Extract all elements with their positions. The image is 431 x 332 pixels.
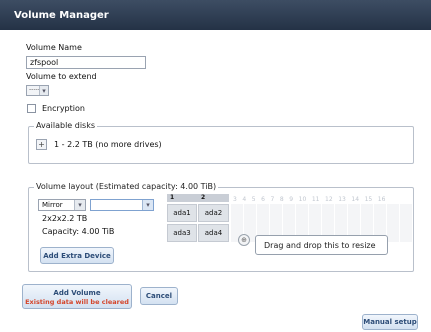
grid-faded-column: 10 [298,196,307,202]
chevron-down-icon: ▾ [142,200,153,210]
manual-setup-button[interactable]: Manual setup [362,314,418,330]
device-cell[interactable]: ada1 [167,204,197,222]
grid-faded-column: 12 [325,196,333,202]
grid-column-header: 1 [170,194,175,201]
available-disk-entry: 1 - 2.2 TB (no more drives) [54,140,162,149]
expand-disks-button[interactable]: + [36,139,47,150]
add-volume-button[interactable]: Add Volume Existing data will be cleared [22,284,132,309]
grid-faded-column: 6 [261,196,265,202]
layout-size-select[interactable]: ▾ [90,199,154,211]
grid-faded-column: 15 [364,196,373,202]
chevron-down-icon: ▾ [74,200,85,210]
grid-faded-column: 8 [279,196,284,202]
grid-header-active: 1 2 [167,194,229,202]
volume-name-input[interactable]: zfspool [26,56,146,69]
add-extra-device-button[interactable]: Add Extra Device [40,247,114,264]
layout-type-value: Mirror [42,201,63,209]
add-volume-label: Add Volume [53,289,101,297]
layout-size-text: 2x2x2.2 TB [42,214,88,223]
grid-faded-column: 13 [338,196,346,202]
volume-layout-legend: Volume layout (Estimated capacity: 4.00 … [34,182,219,191]
grid-header-faded: 3 4 5 6 7 8 9 10 11 12 13 14 15 16 [233,194,413,202]
grid-faded-column: 7 [270,196,275,202]
available-disks-legend: Available disks [34,121,98,130]
window-title-bar: Volume Manager [0,0,431,30]
grid-faded-column: 16 [377,196,386,202]
encryption-checkbox[interactable] [27,104,36,113]
volume-to-extend-select[interactable]: ----- ▾ [26,85,49,96]
grid-faded-column: 4 [242,196,247,202]
grid-faded-column: 3 [233,196,237,202]
window-title: Volume Manager [14,10,109,21]
device-cell[interactable]: ada2 [198,204,229,222]
encryption-label: Encryption [42,104,85,113]
add-volume-warning: Existing data will be cleared [25,298,129,306]
chevron-down-icon: ▾ [39,86,48,95]
cancel-button[interactable]: Cancel [140,287,178,305]
grid-faded-column: 9 [289,196,294,202]
grid-faded-column: 14 [351,196,360,202]
device-cell[interactable]: ada4 [198,224,229,242]
grid-faded-column: 11 [311,196,320,202]
layout-capacity-text: Capacity: 4.00 TiB [42,227,115,236]
device-cell[interactable]: ada3 [167,224,197,242]
volume-name-label: Volume Name [26,43,82,52]
layout-type-select[interactable]: Mirror ▾ [38,199,86,211]
grid-faded-column: 5 [251,196,256,202]
volume-to-extend-label: Volume to extend [26,72,97,81]
resize-tooltip: Drag and drop this to resize [255,235,388,255]
grid-column-header: 2 [201,194,206,201]
resize-handle-icon[interactable]: ⊕ [238,234,250,246]
